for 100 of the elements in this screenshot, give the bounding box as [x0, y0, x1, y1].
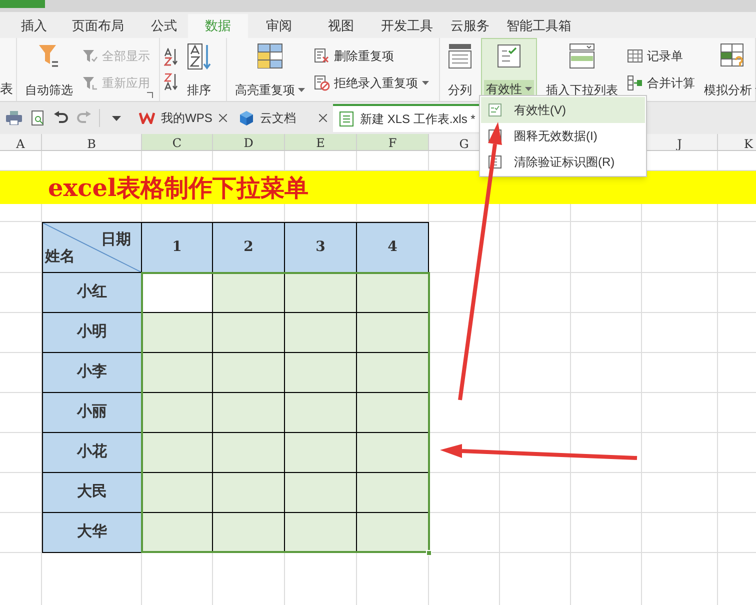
table-cell[interactable] [357, 273, 429, 313]
ribbon-command[interactable]: 记录单 [627, 46, 695, 65]
grid-cell[interactable] [571, 353, 642, 393]
redo-icon[interactable] [77, 111, 91, 125]
sort-descending-icon[interactable] [164, 73, 178, 92]
document-tab[interactable]: 我的WPS [133, 104, 233, 132]
ribbon-tab[interactable]: 插入 [12, 14, 56, 38]
grid-cell[interactable] [500, 222, 571, 273]
table-cell[interactable] [213, 513, 285, 553]
column-header[interactable]: F [357, 134, 429, 150]
grid-cell[interactable] [429, 353, 500, 393]
ribbon-tab[interactable]: 云服务 [442, 14, 498, 38]
ribbon-command[interactable]: 合并计算 [627, 74, 695, 92]
table-cell[interactable] [357, 473, 429, 513]
table-cell[interactable] [357, 313, 429, 353]
table-cell[interactable] [285, 513, 357, 553]
grid-cell[interactable] [500, 473, 571, 513]
menu-item[interactable]: 有效性(V) [481, 97, 645, 123]
grid-cell[interactable] [571, 204, 642, 222]
table-cell[interactable] [357, 513, 429, 553]
close-icon[interactable] [219, 114, 227, 122]
table-cell[interactable] [213, 313, 285, 353]
ribbon-command[interactable]: 拒绝录入重复项 [314, 74, 429, 92]
caret-icon[interactable] [112, 116, 121, 120]
table-cell[interactable] [142, 513, 213, 553]
grid-cell[interactable] [500, 513, 571, 553]
table-cell[interactable] [142, 273, 213, 313]
ribbon-tab[interactable]: 公式 [140, 14, 188, 38]
print-preview-icon[interactable] [31, 110, 45, 126]
grid-cell[interactable] [429, 313, 500, 353]
close-icon[interactable] [319, 114, 327, 122]
grid-cell[interactable] [500, 273, 571, 313]
fill-handle[interactable] [426, 550, 432, 556]
ribbon-tab[interactable]: 智能工具箱 [498, 14, 580, 38]
ribbon-button[interactable]: 高亮重复项 [231, 38, 309, 101]
grid-cell[interactable] [642, 222, 718, 273]
table-cell[interactable] [357, 353, 429, 393]
ribbon-tab[interactable]: 开发工具 [372, 14, 442, 38]
grid-cell[interactable] [429, 273, 500, 313]
grid-cell[interactable] [642, 473, 718, 513]
column-header[interactable]: K [718, 134, 756, 150]
ribbon-button[interactable]: 排序 [183, 38, 215, 101]
sort-ascending-icon[interactable] [164, 48, 178, 66]
table-cell[interactable] [213, 433, 285, 473]
ribbon-button[interactable]: 模拟分析 [700, 38, 756, 101]
table-cell[interactable] [142, 393, 213, 433]
printer-icon[interactable] [6, 111, 22, 125]
grid-cell[interactable] [463, 433, 500, 473]
table-cell[interactable] [213, 273, 285, 313]
table-cell[interactable] [142, 313, 213, 353]
table-cell[interactable] [142, 473, 213, 513]
grid-cell[interactable] [429, 204, 500, 222]
ribbon-tab[interactable]: 页面布局 [56, 14, 140, 38]
table-cell[interactable] [357, 433, 429, 473]
grid-cell[interactable] [429, 473, 500, 513]
table-cell[interactable] [357, 393, 429, 433]
dialog-launcher-icon[interactable] [147, 92, 153, 98]
table-cell[interactable] [285, 393, 357, 433]
grid-cell[interactable] [500, 313, 571, 353]
grid-cell[interactable] [571, 222, 642, 273]
grid-cell[interactable] [642, 273, 718, 313]
column-header[interactable]: C [142, 134, 213, 150]
table-cell[interactable] [285, 273, 357, 313]
document-tab[interactable]: 云文档 [233, 104, 333, 132]
ribbon-command[interactable]: 删除重复项 [314, 46, 429, 65]
grid-cell[interactable] [500, 393, 571, 433]
grid-cell[interactable] [571, 313, 642, 353]
grid-cell[interactable] [642, 513, 718, 553]
ribbon-tab[interactable]: 视图 [310, 14, 372, 38]
table-cell[interactable] [213, 353, 285, 393]
grid-cell[interactable] [429, 222, 500, 273]
grid-cell[interactable] [642, 313, 718, 353]
grid-cell[interactable] [0, 204, 42, 222]
column-header[interactable]: A [0, 134, 42, 150]
column-header[interactable]: E [285, 134, 357, 150]
table-cell[interactable] [285, 473, 357, 513]
ribbon-tab[interactable]: 审阅 [248, 14, 310, 38]
grid-cell[interactable] [642, 393, 718, 433]
ribbon-button[interactable]: 自动筛选 [21, 38, 77, 101]
table-cell[interactable] [285, 313, 357, 353]
table-cell[interactable] [285, 353, 357, 393]
grid-cell[interactable] [571, 513, 642, 553]
grid-cell[interactable] [571, 273, 642, 313]
undo-icon[interactable] [54, 111, 68, 125]
column-header[interactable]: D [213, 134, 285, 150]
table-cell[interactable] [285, 433, 357, 473]
grid-cell[interactable] [571, 473, 642, 513]
grid-cell[interactable] [571, 433, 642, 473]
grid-cell[interactable] [642, 204, 718, 222]
grid-cell[interactable] [500, 204, 571, 222]
table-cell[interactable] [142, 353, 213, 393]
grid-cell[interactable] [500, 353, 571, 393]
table-cell[interactable] [142, 433, 213, 473]
grid-cell[interactable] [642, 353, 718, 393]
grid-cell[interactable] [642, 433, 718, 473]
table-cell[interactable] [213, 393, 285, 433]
grid-cell[interactable] [429, 393, 500, 433]
grid-cell[interactable] [571, 393, 642, 433]
table-cell[interactable] [213, 473, 285, 513]
grid-cell[interactable] [500, 433, 571, 473]
